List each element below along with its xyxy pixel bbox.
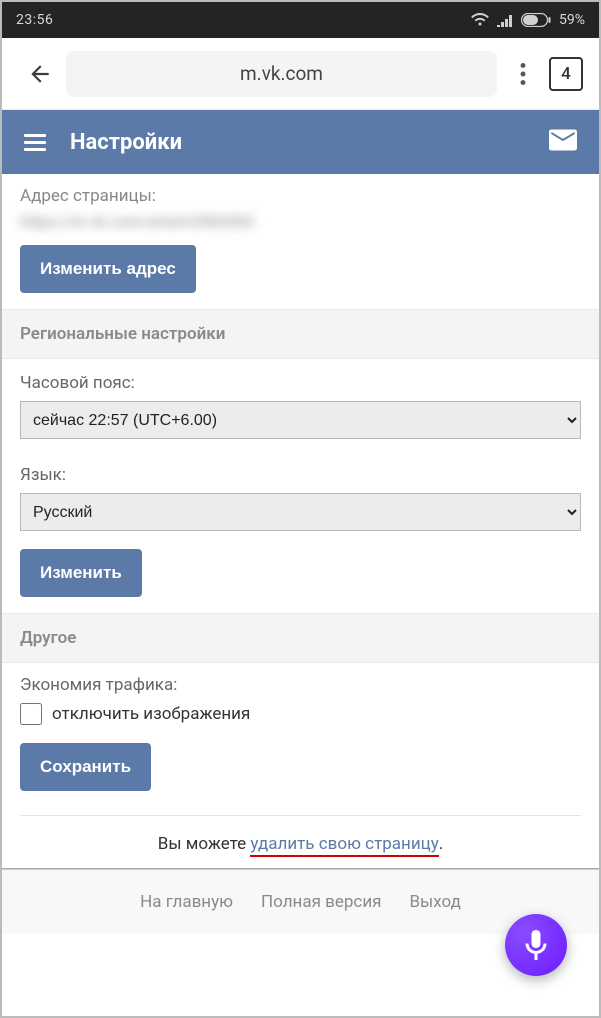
delete-prefix: Вы можете — [158, 834, 251, 854]
timezone-select[interactable]: сейчас 22:57 (UTC+6.00) — [20, 401, 581, 439]
mic-icon — [525, 930, 547, 960]
page-title: Настройки — [70, 130, 182, 155]
language-select[interactable]: Русский — [20, 493, 581, 531]
address-value: https://m.vk.com/artem2982000 — [20, 212, 581, 231]
back-button[interactable] — [26, 60, 54, 88]
regional-header: Региональные настройки — [2, 309, 599, 359]
browser-toolbar: m.vk.com 4 — [2, 38, 599, 110]
save-button[interactable]: Сохранить — [20, 743, 151, 791]
address-section: Адрес страницы: https://m.vk.com/artem29… — [2, 174, 599, 309]
voice-fab[interactable] — [505, 914, 567, 976]
status-bar: 23:56 59% — [2, 2, 599, 38]
tabs-count: 4 — [561, 64, 571, 84]
change-regional-button[interactable]: Изменить — [20, 549, 142, 597]
footer-exit[interactable]: Выход — [409, 892, 460, 912]
footer-home[interactable]: На главную — [140, 892, 233, 912]
language-label: Язык: — [20, 465, 581, 485]
other-header: Другое — [2, 613, 599, 663]
delete-account-link[interactable]: удалить свою страницу — [250, 834, 438, 854]
menu-icon[interactable] — [24, 134, 46, 151]
traffic-section: Экономия трафика: отключить изображения … — [2, 663, 599, 807]
address-label: Адрес страницы: — [20, 186, 581, 206]
disable-images-checkbox[interactable] — [20, 703, 42, 725]
delete-suffix: . — [439, 834, 443, 854]
highlight-underline — [250, 855, 438, 857]
tabs-button[interactable]: 4 — [549, 57, 583, 91]
status-icons: 59% — [471, 12, 585, 28]
traffic-label: Экономия трафика: — [20, 675, 581, 695]
change-address-button[interactable]: Изменить адрес — [20, 245, 196, 293]
disable-images-label: отключить изображения — [52, 704, 250, 724]
status-time: 23:56 — [16, 12, 53, 28]
messages-icon[interactable] — [549, 129, 577, 155]
battery-percent: 59% — [559, 12, 585, 28]
wifi-icon — [471, 13, 489, 27]
timezone-row: Часовой пояс: сейчас 22:57 (UTC+6.00) — [2, 359, 599, 451]
signal-icon — [497, 13, 513, 27]
url-text: m.vk.com — [240, 62, 323, 85]
app-header: Настройки — [2, 110, 599, 174]
battery-icon — [521, 13, 551, 27]
address-bar[interactable]: m.vk.com — [66, 51, 497, 97]
timezone-label: Часовой пояс: — [20, 373, 581, 393]
delete-account-row: Вы можете удалить свою страницу. — [2, 816, 599, 864]
footer: На главную Полная версия Выход — [2, 870, 599, 934]
content: Адрес страницы: https://m.vk.com/artem29… — [2, 174, 599, 934]
regional-actions: Изменить — [2, 543, 599, 613]
language-row: Язык: Русский — [2, 451, 599, 543]
browser-menu-button[interactable] — [509, 63, 537, 85]
footer-full[interactable]: Полная версия — [261, 892, 381, 912]
